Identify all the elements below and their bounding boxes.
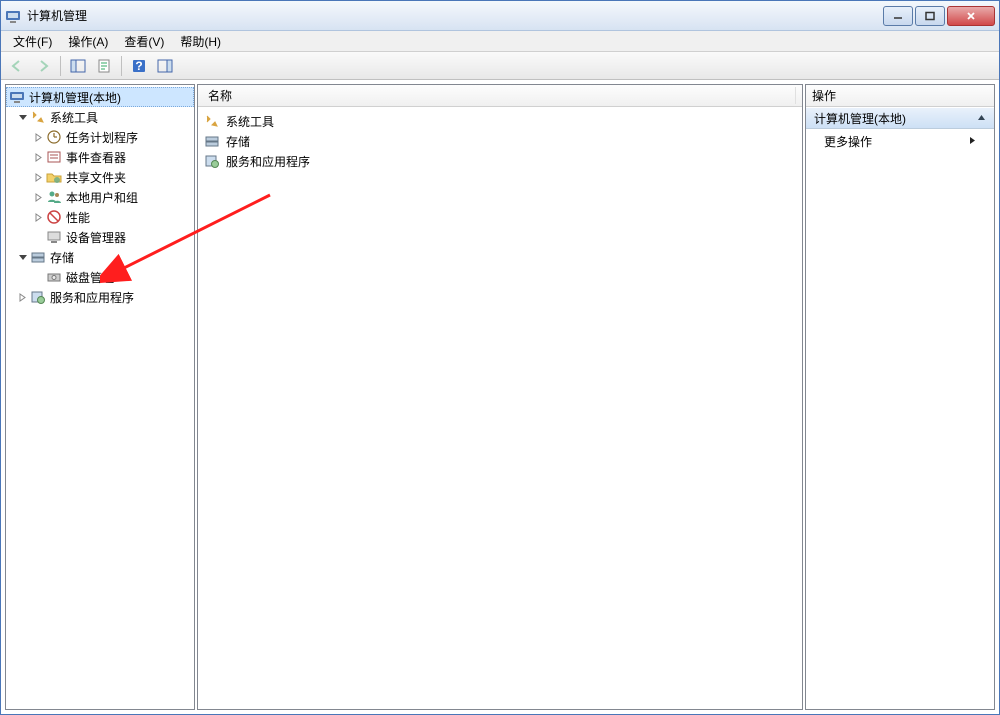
- tree-label: 磁盘管理: [66, 269, 114, 286]
- titlebar: 计算机管理: [1, 1, 999, 31]
- list-body: 系统工具 存储 服务和应用程序: [198, 107, 802, 709]
- collapse-icon[interactable]: [16, 111, 28, 123]
- action-label: 更多操作: [824, 133, 872, 150]
- tree-label: 事件查看器: [66, 149, 126, 166]
- navigation-tree[interactable]: 计算机管理(本地) 系统工具 任务计划程序 事件查看器: [6, 85, 194, 709]
- tree-label: 任务计划程序: [66, 129, 138, 146]
- device-manager-icon: [46, 229, 62, 245]
- services-icon: [30, 289, 46, 305]
- app-icon: [5, 8, 21, 24]
- tree-label: 计算机管理(本地): [29, 89, 121, 106]
- help-button[interactable]: ?: [127, 54, 151, 78]
- expand-icon[interactable]: [32, 191, 44, 203]
- toolbar: ?: [1, 52, 999, 80]
- window-controls: [881, 6, 995, 26]
- list-item-label: 服务和应用程序: [226, 153, 310, 170]
- menu-view[interactable]: 查看(V): [116, 31, 172, 52]
- expand-icon[interactable]: [32, 131, 44, 143]
- users-icon: [46, 189, 62, 205]
- minimize-button[interactable]: [883, 6, 913, 26]
- tree-label: 性能: [66, 209, 90, 226]
- actions-panel: 操作 计算机管理(本地) 更多操作: [805, 84, 995, 710]
- disk-icon: [46, 269, 62, 285]
- collapse-icon[interactable]: [16, 251, 28, 263]
- list-panel: 名称 系统工具 存储 服务和应用程序: [197, 84, 803, 710]
- services-icon: [204, 153, 220, 169]
- tree-disk-management[interactable]: 磁盘管理: [6, 267, 194, 287]
- tools-icon: [204, 113, 220, 129]
- window-title: 计算机管理: [27, 7, 881, 24]
- performance-icon: [46, 209, 62, 225]
- tree-task-scheduler[interactable]: 任务计划程序: [6, 127, 194, 147]
- tree-device-manager[interactable]: 设备管理器: [6, 227, 194, 247]
- maximize-button[interactable]: [915, 6, 945, 26]
- event-viewer-icon: [46, 149, 62, 165]
- action-more[interactable]: 更多操作: [806, 129, 994, 153]
- toolbar-separator: [121, 56, 122, 76]
- list-item[interactable]: 服务和应用程序: [200, 151, 800, 171]
- actions-body: 计算机管理(本地) 更多操作: [806, 107, 994, 709]
- column-name[interactable]: 名称: [204, 87, 796, 104]
- expand-icon[interactable]: [32, 211, 44, 223]
- show-hide-tree-button[interactable]: [66, 54, 90, 78]
- tree-label: 服务和应用程序: [50, 289, 134, 306]
- action-group-header[interactable]: 计算机管理(本地): [806, 107, 994, 129]
- list-item-label: 存储: [226, 133, 250, 150]
- tree-label: 存储: [50, 249, 74, 266]
- expand-icon[interactable]: [32, 171, 44, 183]
- tree-shared-folders[interactable]: 共享文件夹: [6, 167, 194, 187]
- menu-help[interactable]: 帮助(H): [172, 31, 229, 52]
- collapse-triangle-icon: [977, 111, 986, 125]
- tree-label: 共享文件夹: [66, 169, 126, 186]
- forward-button[interactable]: [31, 54, 55, 78]
- tree-root[interactable]: 计算机管理(本地): [6, 87, 194, 107]
- storage-icon: [204, 133, 220, 149]
- computer-icon: [9, 89, 25, 105]
- tree-label: 本地用户和组: [66, 189, 138, 206]
- list-item-label: 系统工具: [226, 113, 274, 130]
- list-item[interactable]: 系统工具: [200, 111, 800, 131]
- properties-button[interactable]: [92, 54, 116, 78]
- shared-folder-icon: [46, 169, 62, 185]
- expand-icon[interactable]: [32, 151, 44, 163]
- svg-text:?: ?: [135, 59, 142, 73]
- back-button[interactable]: [5, 54, 29, 78]
- tree-local-users[interactable]: 本地用户和组: [6, 187, 194, 207]
- close-button[interactable]: [947, 6, 995, 26]
- expand-icon[interactable]: [16, 291, 28, 303]
- menubar: 文件(F) 操作(A) 查看(V) 帮助(H): [1, 31, 999, 52]
- tree-storage[interactable]: 存储: [6, 247, 194, 267]
- tree-system-tools[interactable]: 系统工具: [6, 107, 194, 127]
- tree-label: 设备管理器: [66, 229, 126, 246]
- clock-icon: [46, 129, 62, 145]
- chevron-right-icon: [969, 134, 976, 148]
- toolbar-separator: [60, 56, 61, 76]
- action-group-title: 计算机管理(本地): [814, 110, 906, 127]
- actions-header: 操作: [806, 85, 994, 107]
- tree-panel: 计算机管理(本地) 系统工具 任务计划程序 事件查看器: [5, 84, 195, 710]
- list-item[interactable]: 存储: [200, 131, 800, 151]
- tree-services-apps[interactable]: 服务和应用程序: [6, 287, 194, 307]
- menu-action[interactable]: 操作(A): [60, 31, 116, 52]
- show-hide-action-button[interactable]: [153, 54, 177, 78]
- list-header[interactable]: 名称: [198, 85, 802, 107]
- tree-performance[interactable]: 性能: [6, 207, 194, 227]
- menu-file[interactable]: 文件(F): [5, 31, 60, 52]
- tools-icon: [30, 109, 46, 125]
- tree-event-viewer[interactable]: 事件查看器: [6, 147, 194, 167]
- storage-icon: [30, 249, 46, 265]
- tree-label: 系统工具: [50, 109, 98, 126]
